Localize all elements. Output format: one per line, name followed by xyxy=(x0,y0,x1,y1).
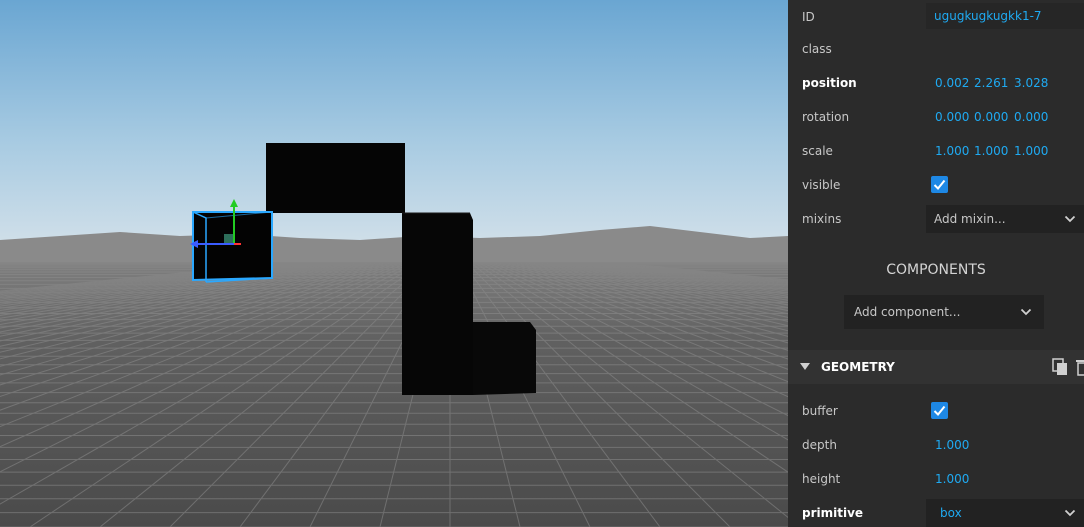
rotation-x-input[interactable]: 0.000 xyxy=(935,100,969,134)
visible-label: visible xyxy=(802,178,841,192)
add-component-select[interactable]: Add component... xyxy=(844,295,1044,329)
height-label: height xyxy=(802,472,841,486)
primitive-select[interactable]: box xyxy=(926,499,1084,527)
geometry-section-header[interactable]: GEOMETRY xyxy=(788,350,1084,384)
box-top xyxy=(266,143,405,213)
scale-x-input[interactable]: 1.000 xyxy=(935,134,969,168)
mixins-label: mixins xyxy=(802,212,842,226)
depth-input[interactable]: 1.000 xyxy=(935,428,969,462)
buffer-row: buffer xyxy=(788,394,1084,428)
checkmark-icon xyxy=(933,405,946,416)
chevron-down-icon xyxy=(1064,215,1076,223)
chevron-down-icon xyxy=(1064,509,1076,517)
id-row: ID ugugkugkugkk1-7 xyxy=(788,0,1084,34)
position-y-input[interactable]: 2.261 xyxy=(974,66,1008,100)
position-x-input[interactable]: 0.002 xyxy=(935,66,969,100)
copy-icon[interactable] xyxy=(1052,358,1068,376)
scale-row: scale 1.000 1.000 1.000 xyxy=(788,134,1084,168)
depth-row: depth 1.000 xyxy=(788,428,1084,462)
scale-y-input[interactable]: 1.000 xyxy=(974,134,1008,168)
rotation-z-input[interactable]: 0.000 xyxy=(1014,100,1048,134)
mixins-row: mixins Add mixin... xyxy=(788,202,1084,236)
visible-checkbox[interactable] xyxy=(931,176,948,193)
position-label: position xyxy=(802,76,857,90)
class-label: class xyxy=(802,42,832,56)
depth-label: depth xyxy=(802,438,837,452)
scale-label: scale xyxy=(802,144,833,158)
components-title: COMPONENTS xyxy=(886,262,986,278)
id-value: ugugkugkugkk1-7 xyxy=(934,9,1042,23)
mixins-select[interactable]: Add mixin... xyxy=(926,205,1084,233)
geometry-title: GEOMETRY xyxy=(821,360,895,374)
id-label: ID xyxy=(802,10,815,24)
height-row: height 1.000 xyxy=(788,462,1084,496)
class-input[interactable] xyxy=(926,35,1084,63)
buffer-checkbox[interactable] xyxy=(931,402,948,419)
inspector-panel: ID ugugkugkugkk1-7 class position 0.002 … xyxy=(788,0,1084,527)
scale-z-input[interactable]: 1.000 xyxy=(1014,134,1048,168)
buffer-label: buffer xyxy=(802,404,838,418)
mixins-select-text: Add mixin... xyxy=(934,212,1006,226)
primitive-row: primitive box xyxy=(788,496,1084,527)
box-base xyxy=(473,322,536,395)
scene-viewport[interactable] xyxy=(0,0,788,527)
rotation-label: rotation xyxy=(802,110,850,124)
triangle-down-icon[interactable] xyxy=(800,363,810,371)
class-row: class xyxy=(788,32,1084,66)
visible-row: visible xyxy=(788,168,1084,202)
position-z-input[interactable]: 3.028 xyxy=(1014,66,1048,100)
rotation-row: rotation 0.000 0.000 0.000 xyxy=(788,100,1084,134)
chevron-down-icon xyxy=(1020,308,1032,316)
rotation-y-input[interactable]: 0.000 xyxy=(974,100,1008,134)
id-input[interactable]: ugugkugkugkk1-7 xyxy=(926,3,1084,29)
trash-icon[interactable] xyxy=(1076,358,1084,376)
primitive-label: primitive xyxy=(802,506,864,520)
add-component-text: Add component... xyxy=(854,305,961,319)
checkmark-icon xyxy=(933,179,946,190)
selected-entity-outline[interactable] xyxy=(192,211,273,283)
position-row: position 0.002 2.261 3.028 xyxy=(788,66,1084,100)
box-column xyxy=(402,213,473,395)
height-input[interactable]: 1.000 xyxy=(935,462,969,496)
primitive-value: box xyxy=(940,506,962,520)
sky xyxy=(0,0,788,260)
